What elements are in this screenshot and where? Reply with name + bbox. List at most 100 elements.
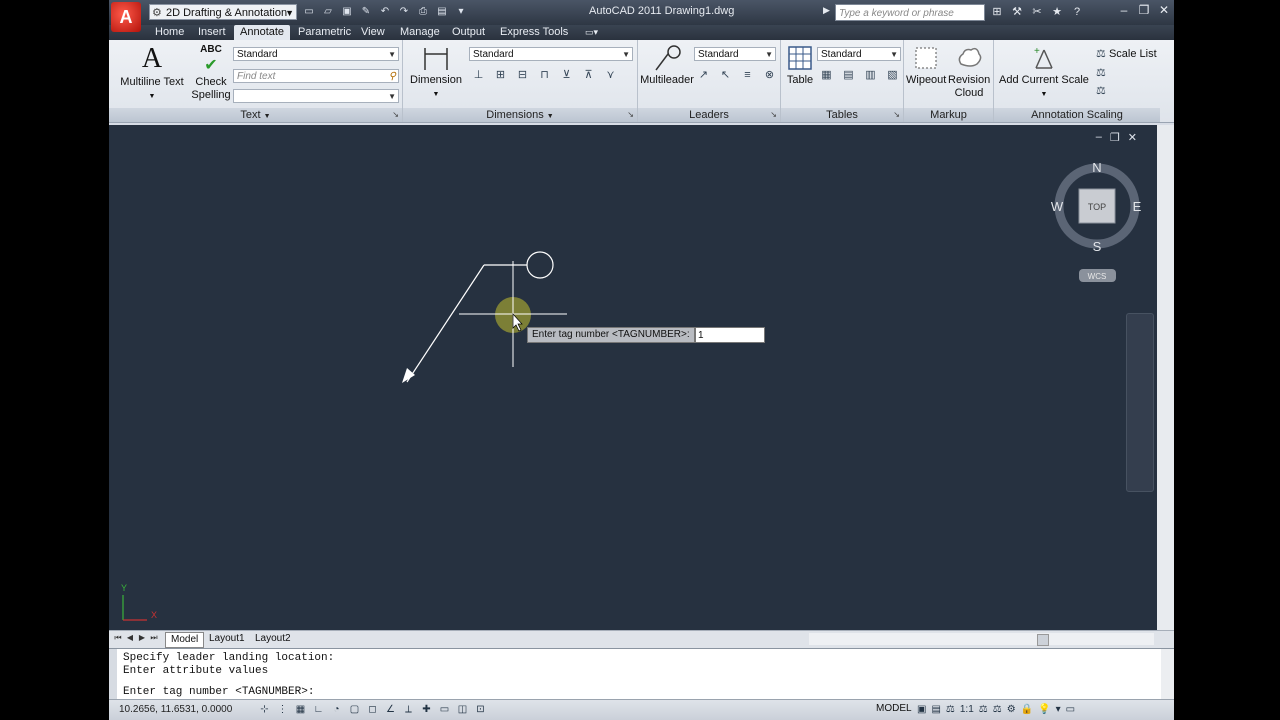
workspace-switching-icon[interactable]: ⚙ — [1007, 702, 1016, 717]
compass-east[interactable]: E — [1133, 199, 1142, 214]
download-from-source-icon[interactable]: ▥ — [861, 66, 880, 85]
open-icon[interactable]: ▱ — [320, 5, 336, 19]
dimension-break-icon[interactable]: ⊞ — [491, 66, 510, 85]
viewcube[interactable]: TOP N S E W WCS — [1051, 160, 1142, 282]
restore-icon[interactable]: ❐ — [1110, 131, 1120, 144]
ribbon-minimize-icon[interactable]: ▭▾ — [579, 25, 604, 40]
update-dimension-icon[interactable]: ⋎ — [601, 66, 620, 85]
transparency-icon[interactable]: ◫ — [455, 702, 470, 717]
last-layout-icon[interactable]: ⏭ — [149, 633, 159, 643]
text-panel-title[interactable]: Text ▼ ↘ — [109, 108, 402, 122]
annotation-scale-value[interactable]: 1:1 — [960, 702, 974, 717]
check-spelling-button[interactable]: ABC ✔ Check Spelling — [189, 44, 233, 102]
horizontal-scroll-thumb[interactable] — [1037, 634, 1049, 646]
quick-dimension-icon[interactable]: ⊥ — [469, 66, 488, 85]
tab-home[interactable]: Home — [149, 25, 190, 40]
quick-properties-icon[interactable]: ⊡ — [473, 702, 488, 717]
new-icon[interactable]: ▭ — [301, 5, 317, 19]
vertical-scrollbar[interactable] — [1157, 125, 1174, 630]
polar-tracking-icon[interactable]: ◔ — [329, 702, 344, 717]
tab-annotate[interactable]: Annotate — [234, 25, 291, 40]
save-icon[interactable]: ▣ — [339, 5, 355, 19]
prev-layout-icon[interactable]: ◀ — [125, 633, 135, 643]
tab-model[interactable]: Model — [165, 632, 205, 648]
find-text-input[interactable]: Find text ⚲ — [233, 69, 399, 83]
coordinate-display[interactable]: 10.2656, 11.6531, 0.0000 — [119, 704, 232, 715]
plot-icon[interactable]: ⎙ — [415, 5, 431, 19]
snap-mode-icon[interactable]: ⋮ — [275, 702, 290, 717]
allow-dynamic-ucs-icon[interactable]: ⟂ — [401, 702, 416, 717]
compass-south[interactable]: S — [1093, 239, 1102, 254]
compass-north[interactable]: N — [1092, 160, 1101, 175]
restore-icon[interactable]: ❐ — [1138, 3, 1150, 17]
inspect-icon[interactable]: ⊻ — [557, 66, 576, 85]
undo-icon[interactable]: ↶ — [377, 5, 393, 19]
upload-to-source-icon[interactable]: ▧ — [883, 66, 902, 85]
tab-parametric[interactable]: Parametric — [292, 25, 357, 40]
isolate-objects-icon[interactable]: 💡 — [1038, 702, 1050, 717]
model-space-button[interactable]: MODEL — [876, 703, 912, 714]
help-icon[interactable]: ? — [1069, 4, 1085, 20]
data-link-icon[interactable]: ▤ — [839, 66, 858, 85]
dimensions-panel-title[interactable]: Dimensions ▼ ↘ — [403, 108, 637, 122]
dimension-button[interactable]: Dimension ▼ — [409, 44, 463, 101]
multileader-button[interactable]: Multileader — [640, 44, 694, 87]
table-style-select[interactable]: Standard ▼ — [817, 47, 901, 61]
object-snap-tracking-icon[interactable]: ∠ — [383, 702, 398, 717]
tab-express-tools[interactable]: Express Tools — [494, 25, 574, 40]
first-layout-icon[interactable]: ⏮ — [113, 633, 123, 643]
annotation-scale-icon[interactable]: ⚖ — [946, 702, 955, 717]
jogged-linear-icon[interactable]: ⊼ — [579, 66, 598, 85]
favorites-icon[interactable]: ★ — [1049, 4, 1065, 20]
annotation-visibility-icon[interactable]: ⚖ — [979, 702, 988, 717]
continue-dimension-icon[interactable]: ⊓ — [535, 66, 554, 85]
workspace-selector[interactable]: ⚙ 2D Drafting & Annotation ▼ — [149, 4, 297, 20]
add-current-scale-button[interactable]: + Add Current Scale ▼ — [998, 44, 1090, 101]
application-menu-button[interactable]: A — [111, 2, 141, 32]
lock-icon[interactable]: 🔒 — [1021, 702, 1033, 717]
table-button[interactable]: Table — [783, 44, 817, 87]
leaders-panel-title[interactable]: Leaders ↘ — [638, 108, 780, 122]
tab-view[interactable]: View — [355, 25, 391, 40]
next-layout-icon[interactable]: ▶ — [137, 633, 147, 643]
add-delete-scales-icon[interactable]: ⚖ — [1096, 66, 1106, 79]
markup-panel-title[interactable]: Markup — [904, 108, 993, 122]
tab-layout1[interactable]: Layout1 — [204, 632, 250, 646]
dialog-launcher-icon[interactable]: ↘ — [392, 108, 399, 122]
search-expand-icon[interactable]: ▶ — [823, 5, 830, 16]
scale-list-button[interactable]: ⚖ Scale List — [1096, 47, 1157, 60]
binoculars-icon[interactable]: ⊞ — [989, 4, 1005, 20]
clean-screen-icon[interactable]: ▭ — [1066, 702, 1075, 717]
redo-icon[interactable]: ↷ — [396, 5, 412, 19]
minimize-icon[interactable]: – — [1118, 3, 1130, 17]
object-snap-icon[interactable]: ▢ — [347, 702, 362, 717]
quick-view-drawings-icon[interactable]: ▤ — [931, 702, 940, 717]
dialog-launcher-icon[interactable]: ↘ — [893, 108, 900, 122]
minimize-icon[interactable]: – — [1096, 131, 1102, 144]
communication-icon[interactable]: ✂ — [1029, 4, 1045, 20]
horizontal-scrollbar[interactable] — [809, 633, 1154, 646]
3d-object-snap-icon[interactable]: ◻ — [365, 702, 380, 717]
compass-west[interactable]: W — [1051, 199, 1064, 214]
multiline-text-button[interactable]: A Multiline Text ▼ — [119, 44, 185, 103]
command-prompt[interactable]: Enter tag number <TAGNUMBER>: — [123, 686, 314, 698]
tab-output[interactable]: Output — [446, 25, 491, 40]
lineweight-icon[interactable]: ▭ — [437, 702, 452, 717]
text-height-select[interactable]: ▼ — [233, 89, 399, 103]
tag-number-input[interactable]: 1 — [695, 327, 765, 343]
tab-manage[interactable]: Manage — [394, 25, 446, 40]
revision-cloud-button[interactable]: Revision Cloud — [948, 44, 990, 100]
command-line-scrollbar[interactable] — [1161, 649, 1174, 700]
command-line-grip[interactable] — [109, 649, 117, 700]
wipeout-button[interactable]: Wipeout — [906, 44, 946, 87]
save-as-icon[interactable]: ✎ — [358, 5, 374, 19]
dialog-launcher-icon[interactable]: ↘ — [627, 108, 634, 122]
infer-constraints-icon[interactable]: ⊹ — [257, 702, 272, 717]
status-bar-menu-icon[interactable]: ▾ — [1056, 702, 1061, 717]
subscription-icon[interactable]: ⚒ — [1009, 4, 1025, 20]
auto-scale-icon[interactable]: ⚖ — [993, 702, 1002, 717]
ortho-mode-icon[interactable]: ∟ — [311, 702, 326, 717]
dialog-launcher-icon[interactable]: ↘ — [770, 108, 777, 122]
qat-dropdown-icon[interactable]: ▾ — [453, 5, 469, 19]
drawing-area[interactable]: Y X TOP N S E W WCS Enter tag number <TA… — [109, 125, 1157, 630]
